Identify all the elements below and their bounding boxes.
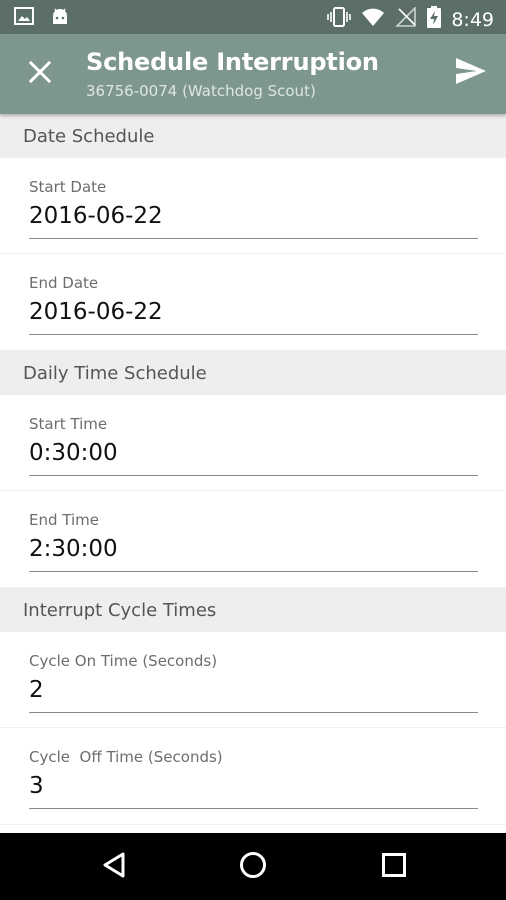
input-underline [29, 475, 478, 476]
start-time-field[interactable]: Start Time 0:30:00 [0, 395, 506, 491]
battery-charging-icon [427, 6, 442, 33]
end-date-label: End Date [29, 274, 99, 292]
home-icon [239, 851, 267, 884]
form-content[interactable]: Date Schedule Start Date 2016-06-22 End … [0, 114, 506, 833]
image-icon [14, 7, 34, 30]
close-icon [28, 60, 52, 88]
send-icon [455, 57, 487, 90]
cycle-on-label: Cycle On Time (Seconds) [29, 652, 218, 670]
start-date-label: Start Date [29, 178, 107, 196]
start-time-label: Start Time [29, 415, 108, 433]
wifi-icon [361, 7, 385, 32]
input-underline [29, 808, 478, 809]
end-time-field[interactable]: End Time 2:30:00 [0, 491, 506, 588]
android-icon [50, 7, 70, 30]
section-header-date: Date Schedule [0, 114, 506, 158]
input-underline [29, 238, 478, 239]
clock: 8:49 [451, 8, 494, 31]
vibrate-icon [327, 6, 352, 33]
back-icon [101, 851, 127, 884]
send-button[interactable] [452, 54, 490, 92]
no-signal-icon [395, 6, 417, 32]
section-header-cycle: Interrupt Cycle Times [0, 588, 506, 632]
start-time-input[interactable]: 0:30:00 [29, 440, 118, 466]
start-date-input[interactable]: 2016-06-22 [29, 203, 163, 229]
page-title: Schedule Interruption [86, 48, 379, 76]
close-button[interactable] [22, 56, 58, 92]
end-date-field[interactable]: End Date 2016-06-22 [0, 254, 506, 351]
start-date-field[interactable]: Start Date 2016-06-22 [0, 158, 506, 254]
cycle-on-input[interactable]: 2 [29, 677, 44, 703]
cycle-on-field[interactable]: Cycle On Time (Seconds) 2 [0, 632, 506, 728]
input-underline [29, 712, 478, 713]
cycle-off-field[interactable]: Cycle Off Time (Seconds) 3 [0, 728, 506, 825]
recents-icon [381, 852, 407, 883]
navigation-bar [0, 833, 506, 900]
input-underline [29, 571, 478, 572]
cycle-off-input[interactable]: 3 [29, 773, 44, 799]
input-underline [29, 334, 478, 335]
end-date-input[interactable]: 2016-06-22 [29, 299, 163, 325]
back-button[interactable] [96, 849, 132, 885]
cycle-off-label: Cycle Off Time (Seconds) [29, 748, 223, 766]
status-bar: 8:49 [0, 0, 506, 34]
section-header-time: Daily Time Schedule [0, 351, 506, 395]
app-bar: Schedule Interruption 36756-0074 (Watchd… [0, 34, 506, 114]
end-time-input[interactable]: 2:30:00 [29, 536, 118, 562]
recents-button[interactable] [376, 849, 412, 885]
page-subtitle: 36756-0074 (Watchdog Scout) [86, 82, 316, 100]
end-time-label: End Time [29, 511, 99, 529]
home-button[interactable] [235, 849, 271, 885]
